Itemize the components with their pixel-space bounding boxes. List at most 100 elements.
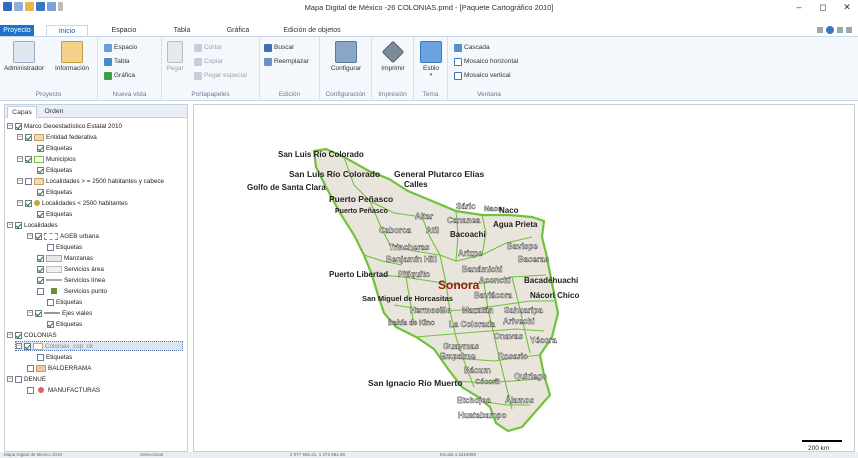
layer-checkbox[interactable]	[27, 364, 34, 372]
collapse-icon[interactable]: −	[7, 376, 13, 382]
map-label[interactable]: Atil	[426, 226, 439, 235]
map-label[interactable]: Naco	[499, 206, 519, 215]
layer-checkbox[interactable]	[25, 199, 32, 207]
tree-item-ageb[interactable]: − AGEB urbana	[27, 231, 99, 241]
map-label[interactable]: Puerto Peñasco	[329, 194, 393, 204]
layer-checkbox[interactable]	[35, 232, 42, 240]
buscar-button[interactable]: Buscar	[264, 42, 294, 53]
tab-capas[interactable]: Capas	[7, 106, 37, 118]
map-label[interactable]: Bacerac	[518, 255, 550, 264]
collapse-icon[interactable]: −	[27, 233, 33, 239]
administrador-button[interactable]: Administrador	[2, 41, 46, 72]
map-label[interactable]: Etchojoa	[457, 396, 492, 405]
collapse-icon[interactable]: −	[17, 178, 23, 184]
map-label[interactable]: Puerto Peñasco	[335, 208, 388, 215]
pegar-button[interactable]: Pegar	[160, 41, 190, 72]
collapse-icon[interactable]: −	[16, 343, 22, 349]
minimize-button[interactable]: –	[794, 2, 804, 12]
tab-grafica[interactable]: Gráfica	[218, 25, 258, 36]
map-label[interactable]: Puerto Libertad	[329, 270, 388, 279]
layer-checkbox[interactable]	[37, 287, 44, 295]
layer-checkbox[interactable]	[25, 155, 32, 163]
mosaico-horizontal-button[interactable]: Mosaico horizontal	[454, 56, 518, 67]
help-icon[interactable]	[826, 26, 834, 34]
pegar-especial-button[interactable]: Pegar especial	[194, 70, 247, 81]
map-label[interactable]: Bacoachi	[450, 230, 486, 239]
map-label[interactable]: Mazatán	[462, 306, 494, 315]
map-label[interactable]: Sahuaripa	[504, 306, 544, 315]
map-label[interactable]: Altar	[415, 212, 434, 221]
map-label-state[interactable]: Sonora	[438, 278, 480, 292]
layer-checkbox[interactable]	[37, 210, 44, 218]
layer-checkbox[interactable]	[37, 254, 44, 262]
tabla-button[interactable]: Tabla	[104, 56, 130, 67]
layer-checkbox[interactable]	[15, 221, 22, 229]
tree-item-colonias-cop-ok[interactable]: − Colonias_cop_ok	[15, 341, 183, 351]
map-label[interactable]: Sáric	[456, 202, 477, 211]
map-label[interactable]: Quiriego	[514, 372, 547, 381]
layer-checkbox[interactable]	[37, 265, 44, 273]
tree-item-ejes-viales[interactable]: − Ejes viales	[27, 308, 92, 318]
tree-item-localidades-menor[interactable]: − Localidades < 2500 habitantes	[17, 198, 128, 208]
grafica-button[interactable]: Gráfica	[104, 70, 135, 81]
tree-item-etiquetas[interactable]: Etiquetas	[37, 143, 72, 153]
layer-checkbox[interactable]	[37, 188, 44, 196]
tree-item-marco[interactable]: − Marco Geoestadístico Estatal 2010	[7, 121, 122, 131]
tree-item-servicios-linea[interactable]: Servicios línea	[37, 275, 105, 285]
ribbon-window-icon[interactable]	[837, 27, 843, 33]
layer-checkbox[interactable]	[37, 166, 44, 174]
map-label[interactable]: San Luis Río Colorado	[278, 150, 364, 159]
informacion-button[interactable]: Información	[50, 41, 94, 72]
layer-checkbox[interactable]	[37, 353, 44, 361]
map-view[interactable]: San Luis Río Colorado San Luis Río Color…	[193, 104, 855, 452]
estilo-button[interactable]: Estilo ▾	[409, 41, 453, 78]
layer-checkbox[interactable]	[37, 144, 44, 152]
map-label[interactable]: Nácori Chico	[530, 291, 579, 300]
close-button[interactable]: ✕	[842, 2, 852, 12]
map-label[interactable]: Rosario	[498, 352, 528, 361]
map-label[interactable]: Empalme	[440, 352, 477, 361]
tab-orden[interactable]: Orden	[39, 106, 69, 118]
map-label[interactable]: Baviácora	[474, 291, 513, 300]
map-label[interactable]: Onavas	[494, 332, 524, 341]
collapse-icon[interactable]: −	[17, 134, 23, 140]
tree-item-servicios-punto[interactable]: Servicios punto	[37, 286, 107, 296]
tree-item-denue[interactable]: − DENUE	[7, 374, 46, 384]
tree-item-etiquetas[interactable]: Etiquetas	[47, 297, 82, 307]
copiar-button[interactable]: Copiar	[194, 56, 223, 67]
mosaico-vertical-button[interactable]: Mosaico vertical	[454, 70, 511, 81]
map-canvas[interactable]: San Luis Río Colorado San Luis Río Color…	[194, 105, 856, 453]
tab-inicio[interactable]: Inicio	[46, 25, 88, 36]
tree-item-manufacturas[interactable]: MANUFACTURAS	[27, 385, 100, 395]
collapse-icon[interactable]: −	[7, 332, 13, 338]
tree-item-balderrama[interactable]: BALDERRAMA	[27, 363, 91, 373]
layer-checkbox[interactable]	[15, 331, 22, 339]
configurar-button[interactable]: Configurar	[324, 41, 368, 72]
map-label[interactable]: Agua Prieta	[493, 220, 538, 229]
map-label[interactable]: General Plutarco Elías	[394, 169, 485, 179]
tree-item-entidad[interactable]: − Entidad federativa	[17, 132, 97, 142]
map-label[interactable]: Golfo de Santa Clara	[247, 183, 326, 192]
espacio-button[interactable]: Espacio	[104, 42, 137, 53]
maximize-button[interactable]: ◻	[818, 2, 828, 12]
tab-tabla[interactable]: Tabla	[164, 25, 200, 36]
map-label[interactable]: Trincheras	[389, 243, 430, 252]
tree-item-etiquetas[interactable]: Etiquetas	[37, 352, 72, 362]
map-label[interactable]: Arivechi	[503, 317, 535, 326]
map-label[interactable]: Bacadéhuachi	[524, 276, 578, 285]
cortar-button[interactable]: Cortar	[194, 42, 222, 53]
map-label[interactable]: Calles	[404, 180, 428, 189]
layer-checkbox[interactable]	[47, 320, 54, 328]
tab-proyecto[interactable]: Proyecto	[0, 25, 34, 36]
cascada-button[interactable]: Cascada	[454, 42, 490, 53]
layer-checkbox[interactable]	[37, 276, 44, 284]
chevron-down-icon[interactable]: ▾	[409, 72, 453, 78]
tree-item-localidades[interactable]: − Localidades	[7, 220, 58, 230]
collapse-icon[interactable]: −	[7, 123, 13, 129]
state-polygon[interactable]	[312, 147, 560, 433]
tree-item-localidades-mayor[interactable]: − Localidades > = 2500 habitantes y cabe…	[17, 176, 164, 186]
layer-checkbox[interactable]	[47, 243, 54, 251]
tree-item-colonias[interactable]: − COLONIAS	[7, 330, 57, 340]
collapse-icon[interactable]: −	[17, 156, 23, 162]
tab-edicion-objetos[interactable]: Edición de objetos	[270, 25, 354, 36]
